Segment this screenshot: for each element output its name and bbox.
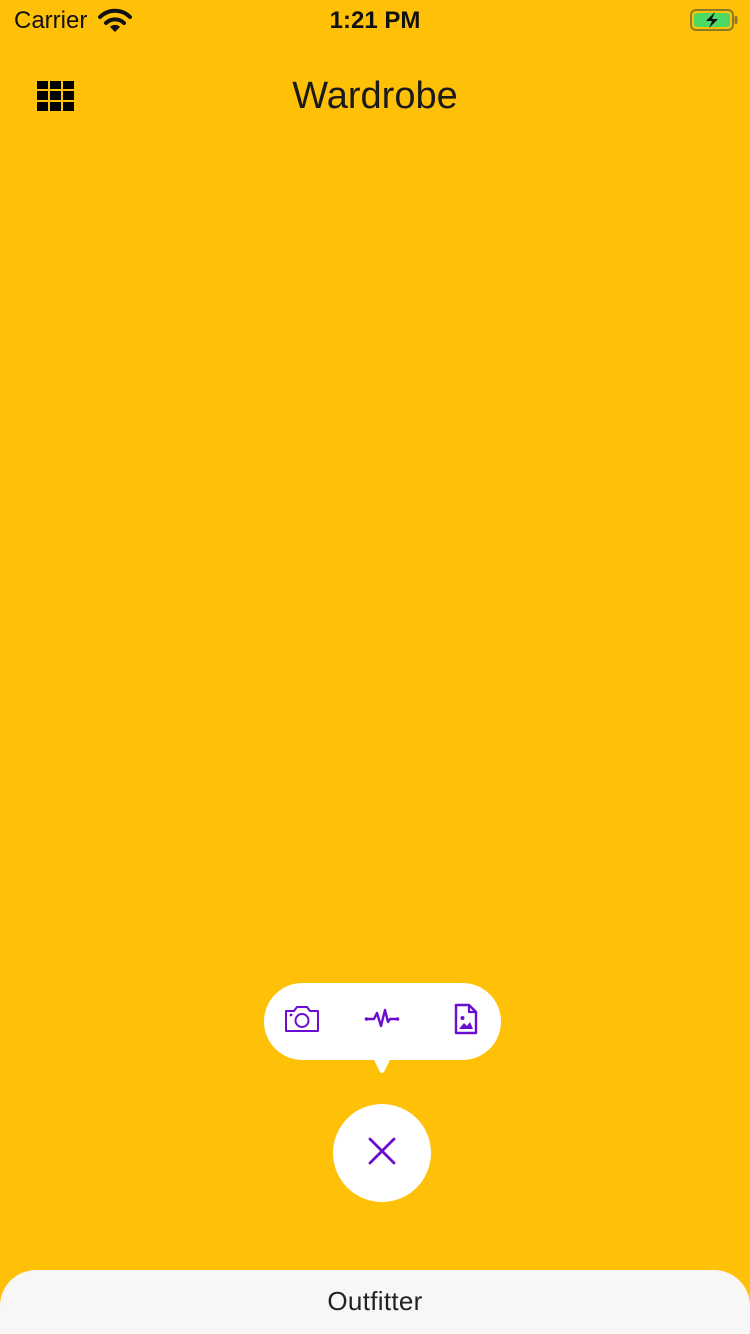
- image-file-button[interactable]: [431, 983, 501, 1060]
- action-menu: [264, 983, 501, 1060]
- camera-icon: [283, 1004, 321, 1039]
- tab-outfitter[interactable]: Outfitter: [0, 1286, 750, 1317]
- waveform-icon: [364, 1007, 400, 1036]
- audio-button[interactable]: [347, 983, 417, 1060]
- battery-charging-icon: [690, 9, 738, 31]
- close-icon: [367, 1136, 397, 1171]
- page-title: Wardrobe: [292, 75, 458, 117]
- bottom-tab-bar: Outfitter: [0, 1270, 750, 1334]
- close-menu-button[interactable]: [333, 1104, 431, 1202]
- status-time: 1:21 PM: [329, 7, 421, 34]
- camera-button[interactable]: [267, 983, 337, 1060]
- navigation-bar: Wardrobe: [0, 60, 750, 136]
- image-file-icon: [453, 1003, 479, 1040]
- bubble-pointer: [371, 1054, 393, 1074]
- status-bar: Carrier 1:21 PM: [0, 0, 750, 40]
